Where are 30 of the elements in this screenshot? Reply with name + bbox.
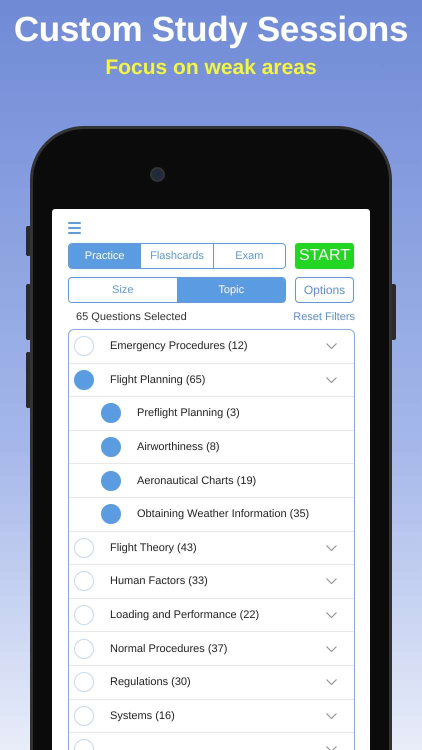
chevron-icon[interactable]: [326, 646, 337, 652]
chevron-icon[interactable]: [326, 612, 337, 618]
chevron-icon[interactable]: [326, 712, 337, 719]
subheadline: Focus on weak areas: [105, 56, 317, 80]
subtopic-label[interactable]: Preflight Planning (3): [137, 407, 354, 420]
topic-label[interactable]: Human Factors (33): [110, 575, 326, 588]
topic-label[interactable]: Flight Theory (43): [110, 542, 326, 554]
chevron-icon[interactable]: [326, 376, 337, 383]
topic-label[interactable]: Systems (16): [110, 710, 326, 722]
subtopic-label[interactable]: Aeronautical Charts (19): [137, 474, 354, 487]
camera-icon: [150, 167, 165, 182]
topic-label[interactable]: Loading and Performance (22): [110, 609, 326, 622]
headline: Custom Study Sessions: [14, 10, 408, 50]
chevron-icon[interactable]: [326, 679, 337, 686]
topic-checkbox[interactable]: [74, 370, 94, 390]
selection-count: 65 Questions Selected: [76, 311, 187, 323]
subtopic-label[interactable]: Obtaining Weather Information (35): [137, 508, 354, 520]
subtopic-checkbox[interactable]: [101, 470, 121, 491]
topic-label[interactable]: Flight Planning (65): [110, 374, 326, 386]
subtopic-checkbox[interactable]: [101, 437, 121, 458]
menu-icon[interactable]: [68, 222, 81, 234]
subtopic-checkbox[interactable]: [101, 403, 121, 424]
topic-label[interactable]: Normal Procedures (37): [110, 642, 326, 655]
chevron-icon[interactable]: [326, 544, 337, 551]
topic-label[interactable]: Emergency Procedures (12): [110, 340, 326, 352]
subtopic-checkbox[interactable]: [101, 504, 121, 524]
chevron-icon[interactable]: [326, 578, 337, 584]
chevron-icon[interactable]: [326, 343, 337, 350]
subtopic-label[interactable]: Airworthiness (8): [137, 441, 354, 454]
topic-label[interactable]: Regulations (30): [110, 676, 326, 688]
